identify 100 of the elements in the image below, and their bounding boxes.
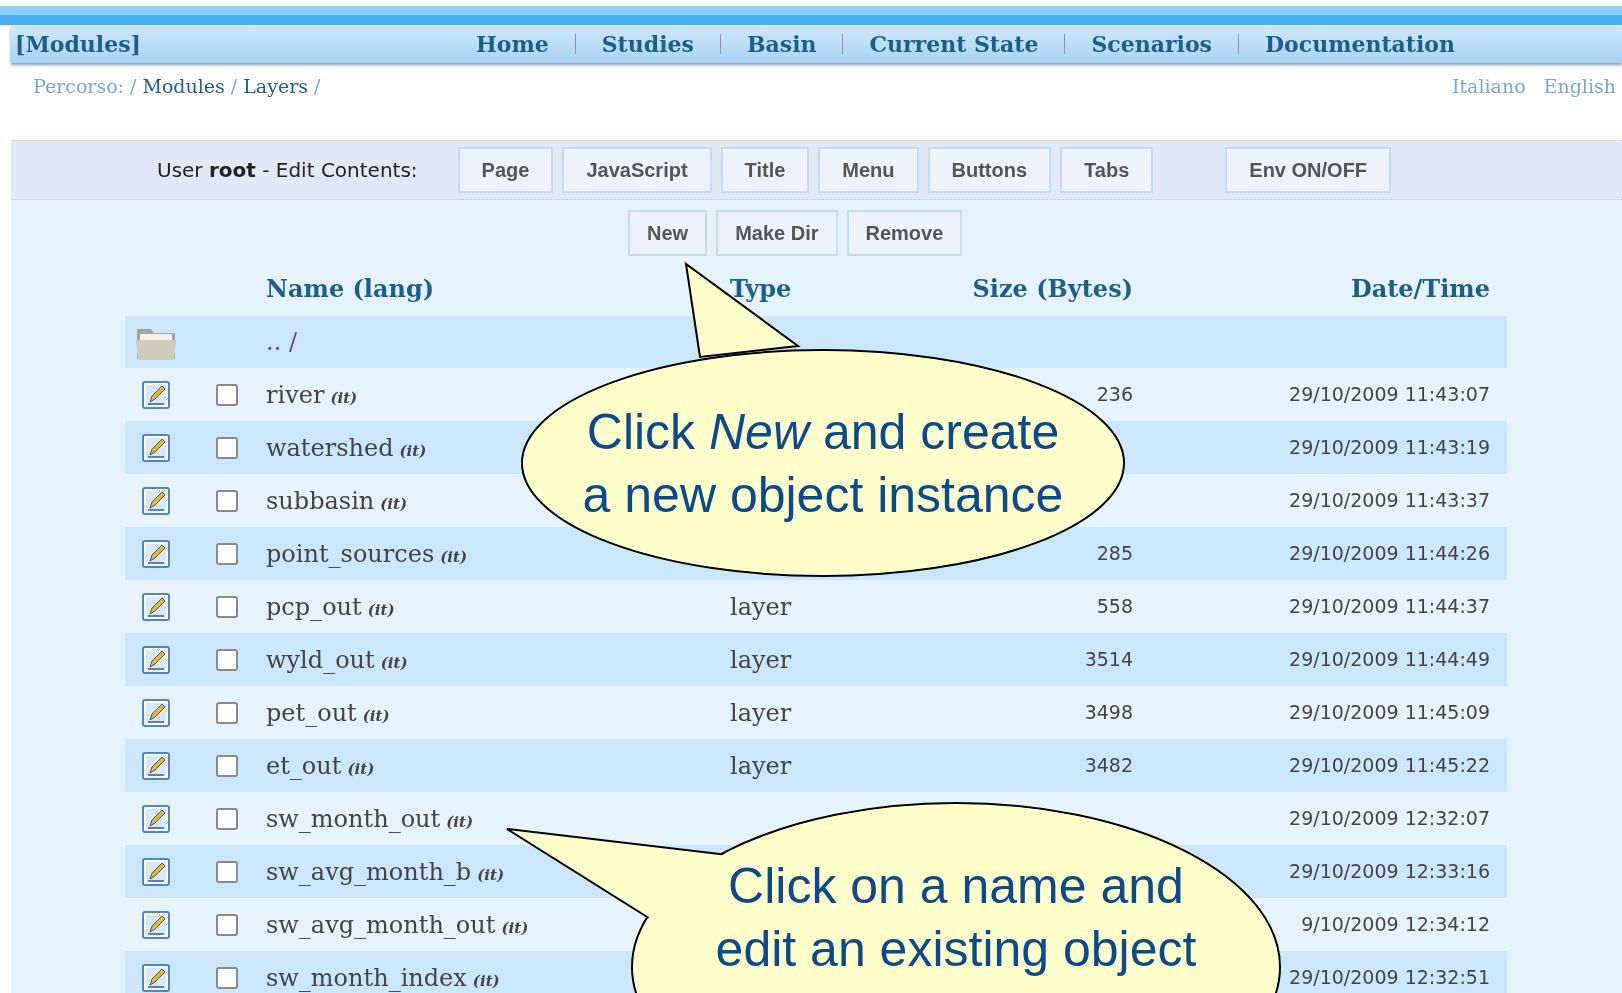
toolbar-button[interactable]: JavaScript [562, 147, 712, 193]
row-checkbox[interactable] [215, 383, 238, 406]
user-label: User root - Edit Contents: [157, 157, 418, 184]
row-checkbox[interactable] [215, 701, 238, 724]
row-checkbox[interactable] [215, 913, 238, 936]
file-name-link[interactable]: point_sources [266, 535, 435, 572]
date-cell-text: 29/10/2009 11:45:09 [1289, 700, 1490, 726]
file-name-link[interactable]: pcp_out [266, 588, 362, 625]
edit-icon[interactable] [142, 433, 170, 462]
column-header[interactable]: Size (Bytes) [972, 271, 1133, 307]
nav-link[interactable]: Current State [869, 27, 1039, 61]
breadcrumb-separator: / [130, 73, 137, 99]
breadcrumb-separator: / [230, 73, 238, 99]
edit-icon[interactable] [142, 963, 170, 992]
row-checkbox[interactable] [215, 860, 238, 883]
toolbar-button[interactable]: Menu [818, 147, 919, 193]
edit-icon[interactable] [142, 486, 170, 515]
size-cell: 3514 [1084, 648, 1133, 671]
edit-icon[interactable] [142, 804, 170, 833]
language-tag: (it) [330, 386, 358, 409]
date-cell-text: 29/10/2009 11:43:37 [1289, 488, 1490, 514]
size-cell: 558 [1096, 595, 1133, 618]
env-toggle-button[interactable]: Env ON/OFF [1225, 147, 1392, 193]
edit-icon[interactable] [142, 910, 170, 939]
file-action-button[interactable]: New [628, 210, 708, 256]
toolbar-button[interactable]: Page [457, 147, 554, 193]
toolbar-button[interactable]: Tabs [1060, 147, 1154, 193]
type-cell-text: layer [730, 750, 793, 782]
date-cell-text: 29/10/2009 12:33:16 [1289, 859, 1490, 885]
type-cell-text: layer [730, 697, 793, 729]
breadcrumb-separator: / [313, 73, 321, 99]
nav-link[interactable]: Basin [746, 27, 817, 61]
size-cell: 3498 [1084, 701, 1133, 724]
file-name-link[interactable]: wyld_out [266, 641, 375, 678]
date-cell-text: 29/10/2009 12:32:51 [1289, 965, 1490, 991]
file-action-button[interactable]: Remove [846, 210, 963, 256]
date-cell-text: 9/10/2009 12:34:12 [1301, 912, 1490, 938]
language-tag: (it) [347, 757, 375, 780]
file-name-link[interactable]: subbasin [266, 482, 375, 519]
language-tag: (it) [477, 863, 505, 886]
size-cell: 236 [1096, 383, 1133, 406]
parent-directory-link[interactable]: .. / [266, 324, 297, 360]
column-header[interactable]: Name (lang) [266, 271, 435, 307]
row-checkbox[interactable] [215, 595, 238, 618]
row-checkbox[interactable] [215, 966, 238, 989]
file-name-link[interactable]: river [266, 376, 325, 413]
date-cell-text: 29/10/2009 11:43:19 [1289, 435, 1490, 461]
row-checkbox[interactable] [215, 807, 238, 830]
file-name-link[interactable]: watershed [266, 429, 394, 466]
language-tag: (it) [399, 439, 427, 462]
file-name-link[interactable]: sw_avg_month_out [266, 906, 496, 943]
callout-text: Click on a name and [728, 857, 1184, 916]
toolbar-button[interactable]: Buttons [927, 147, 1052, 193]
language-tag: (it) [472, 969, 500, 992]
site-title: [Modules] [14, 29, 141, 59]
language-tag: (it) [440, 545, 468, 568]
date-cell-text: 29/10/2009 11:44:26 [1289, 541, 1490, 567]
file-name-link[interactable]: sw_avg_month_b [266, 853, 472, 890]
file-action-button[interactable]: Make Dir [716, 210, 838, 256]
edit-icon[interactable] [142, 539, 170, 568]
language-tag: (it) [380, 492, 408, 515]
toolbar-button[interactable]: Title [720, 147, 810, 193]
nav-link[interactable]: Studies [601, 27, 694, 61]
type-cell-text: layer [730, 591, 793, 623]
nav-link[interactable]: Home [475, 27, 549, 61]
row-checkbox[interactable] [215, 489, 238, 512]
size-cell: 285 [1096, 542, 1133, 565]
nav-link[interactable]: Documentation [1265, 27, 1456, 61]
edit-icon[interactable] [142, 592, 170, 621]
date-cell-text: 29/10/2009 11:44:37 [1289, 594, 1490, 620]
row-checkbox[interactable] [215, 542, 238, 565]
edit-icon[interactable] [142, 857, 170, 886]
row-checkbox[interactable] [215, 754, 238, 777]
edit-icon[interactable] [142, 751, 170, 780]
file-name-link[interactable]: et_out [266, 747, 342, 784]
type-cell-text: layer [730, 644, 793, 676]
callout-text: edit an existing object [715, 920, 1197, 979]
edit-icon[interactable] [142, 645, 170, 674]
date-cell-text: 29/10/2009 11:45:22 [1289, 753, 1490, 779]
callout-text: Click New and create [586, 403, 1060, 462]
row-checkbox[interactable] [215, 436, 238, 459]
nav-link[interactable]: Scenarios [1091, 27, 1212, 61]
file-name-link[interactable]: pet_out [266, 694, 357, 731]
date-cell-text: 29/10/2009 12:32:07 [1289, 806, 1490, 832]
date-cell-text: 29/10/2009 11:43:07 [1289, 382, 1490, 408]
file-name-link[interactable]: sw_month_index [266, 959, 467, 993]
edit-icon[interactable] [142, 698, 170, 727]
edit-icon[interactable] [142, 380, 170, 409]
row-checkbox[interactable] [215, 648, 238, 671]
language-tag: (it) [380, 651, 408, 674]
language-tag: (it) [501, 916, 529, 939]
size-cell: 3482 [1084, 754, 1133, 777]
column-header[interactable]: Type [730, 271, 792, 307]
breadcrumb-link[interactable]: Layers [243, 71, 308, 101]
file-name-link[interactable]: sw_month_out [266, 800, 441, 837]
breadcrumb-link[interactable]: Modules [142, 71, 225, 101]
date-cell-text: 29/10/2009 11:44:49 [1289, 647, 1490, 673]
callout-text: a new object instance [582, 466, 1064, 525]
breadcrumb-label: Percorso: [33, 73, 124, 99]
column-header[interactable]: Date/Time [1350, 271, 1490, 307]
